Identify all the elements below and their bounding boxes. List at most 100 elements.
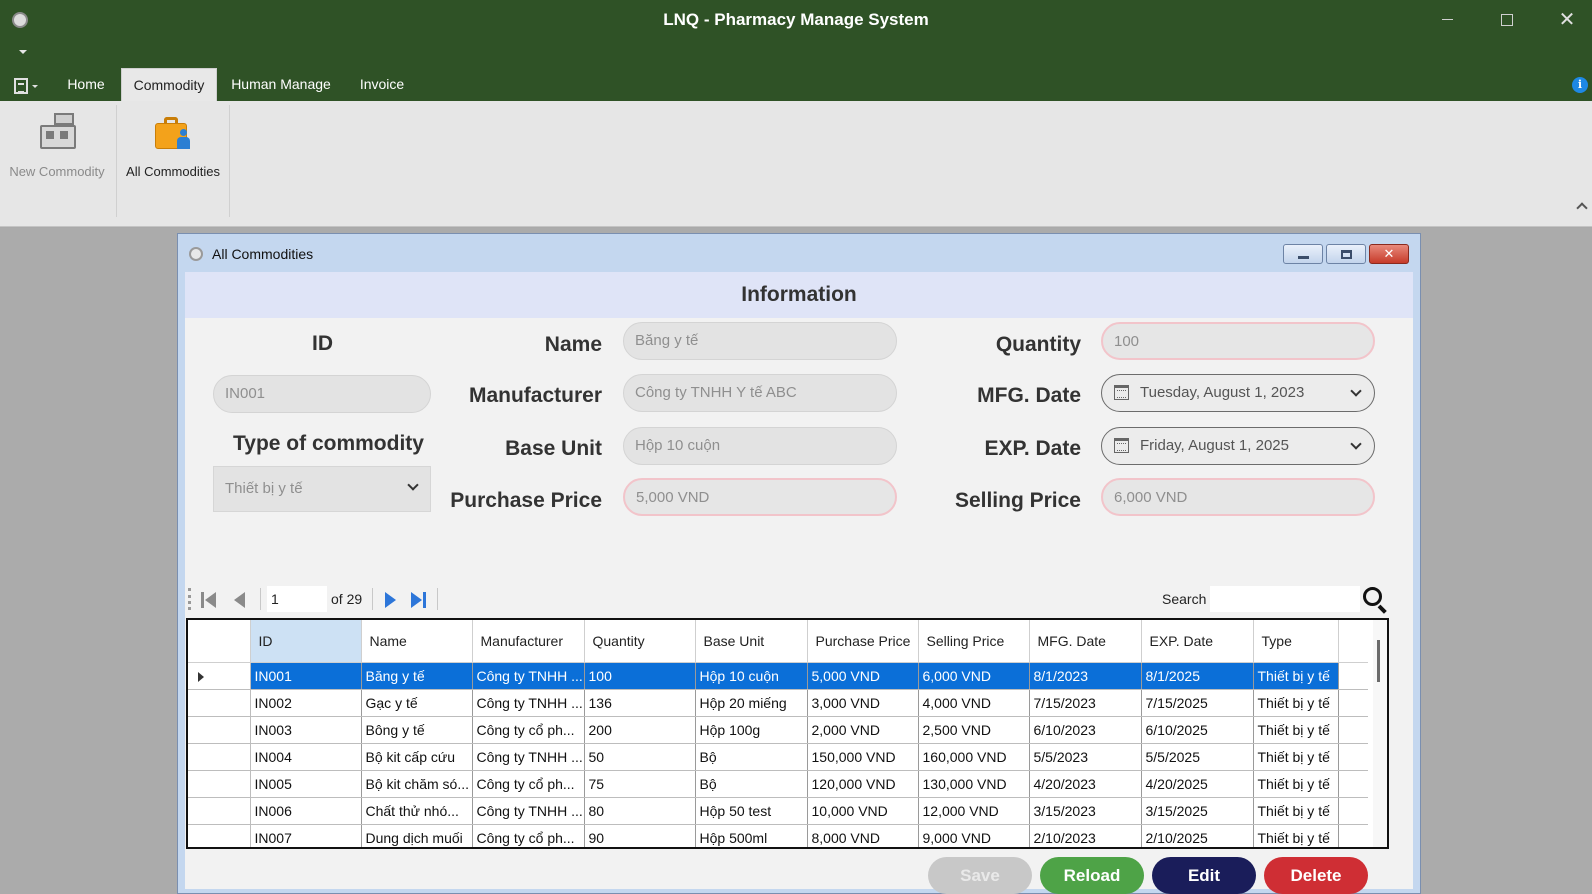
row-header[interactable]	[188, 824, 251, 847]
tab-human-manage[interactable]: Human Manage	[227, 68, 335, 101]
row-header[interactable]	[188, 662, 251, 690]
table-row[interactable]: IN002 Gạc y tế Công ty TNHH ... 136 Hộp 20 m…	[188, 689, 1368, 717]
collapse-ribbon-icon[interactable]	[1576, 202, 1588, 214]
table-cell[interactable]: IN005	[250, 770, 362, 798]
column-header-manufacturer[interactable]: Manufacturer	[472, 620, 585, 663]
table-row[interactable]: IN003 Bông y tế Công ty cổ ph... 200 Hộp 100…	[188, 716, 1368, 744]
base-unit-field[interactable]: Hộp 10 cuộn	[623, 427, 897, 465]
table-cell[interactable]: Công ty TNHH ...	[472, 743, 585, 771]
table-cell[interactable]: 5/5/2025	[1141, 743, 1254, 771]
table-cell[interactable]: Bộ kit chăm só...	[361, 770, 473, 798]
table-cell[interactable]: IN003	[250, 716, 362, 744]
table-cell[interactable]: IN007	[250, 824, 362, 847]
table-cell[interactable]: Bộ	[695, 743, 808, 771]
manufacturer-field[interactable]: Công ty TNHH Y tế ABC	[623, 374, 897, 412]
table-cell[interactable]: 90	[584, 824, 696, 847]
table-cell[interactable]: Hộp 10 cuộn	[695, 662, 808, 690]
table-cell[interactable]: IN002	[250, 689, 362, 717]
table-cell[interactable]: Công ty cổ ph...	[472, 770, 585, 798]
table-cell[interactable]: 150,000 VND	[807, 743, 919, 771]
table-cell[interactable]: 130,000 VND	[918, 770, 1030, 798]
table-cell[interactable]: 5/5/2023	[1029, 743, 1142, 771]
table-cell[interactable]: 100	[584, 662, 696, 690]
column-header-name[interactable]: Name	[361, 620, 473, 663]
row-header[interactable]	[188, 797, 251, 825]
table-row[interactable]: IN005 Bộ kit chăm só... Công ty cổ ph... 75…	[188, 770, 1368, 798]
column-header-base-unit[interactable]: Base Unit	[695, 620, 808, 663]
table-cell[interactable]: 4,000 VND	[918, 689, 1030, 717]
type-select[interactable]: Thiết bị y tế	[213, 466, 431, 512]
table-cell[interactable]: 50	[584, 743, 696, 771]
table-cell[interactable]: 7/15/2023	[1029, 689, 1142, 717]
table-cell[interactable]: 3/15/2023	[1029, 797, 1142, 825]
table-cell[interactable]: Công ty TNHH ...	[472, 689, 585, 717]
table-cell[interactable]: 200	[584, 716, 696, 744]
mfg-date-picker[interactable]: Tuesday, August 1, 2023	[1101, 374, 1375, 412]
column-header-selling-price[interactable]: Selling Price	[918, 620, 1030, 663]
table-cell[interactable]: Thiết bị y tế	[1253, 662, 1339, 690]
minimize-button[interactable]	[1424, 6, 1470, 34]
quantity-field[interactable]: 100	[1101, 322, 1375, 360]
table-cell[interactable]: 7/15/2025	[1141, 689, 1254, 717]
table-cell[interactable]: 4/20/2025	[1141, 770, 1254, 798]
table-cell[interactable]: Bộ kit cấp cứu	[361, 743, 473, 771]
table-cell[interactable]: 9,000 VND	[918, 824, 1030, 847]
table-cell[interactable]: 8/1/2025	[1141, 662, 1254, 690]
edit-button[interactable]: Edit	[1152, 857, 1256, 894]
table-cell[interactable]: Thiết bị y tế	[1253, 689, 1339, 717]
table-cell[interactable]: 120,000 VND	[807, 770, 919, 798]
application-menu-button[interactable]	[12, 76, 40, 96]
table-cell[interactable]: Thiết bị y tế	[1253, 716, 1339, 744]
child-minimize-button[interactable]	[1283, 244, 1323, 264]
search-input[interactable]	[1210, 586, 1360, 612]
move-next-button[interactable]	[381, 590, 401, 610]
table-cell[interactable]: 2/10/2023	[1029, 824, 1142, 847]
vertical-scrollbar[interactable]	[1373, 620, 1387, 847]
table-cell[interactable]: 80	[584, 797, 696, 825]
table-cell[interactable]: Công ty TNHH ...	[472, 662, 585, 690]
table-cell[interactable]: 6/10/2025	[1141, 716, 1254, 744]
row-header[interactable]	[188, 770, 251, 798]
table-cell[interactable]: 3/15/2025	[1141, 797, 1254, 825]
table-cell[interactable]: Thiết bị y tế	[1253, 743, 1339, 771]
table-cell[interactable]: Dung dịch muối	[361, 824, 473, 847]
table-cell[interactable]: 2,000 VND	[807, 716, 919, 744]
row-header[interactable]	[188, 689, 251, 717]
exp-date-picker[interactable]: Friday, August 1, 2025	[1101, 427, 1375, 465]
save-button[interactable]: Save	[928, 857, 1032, 894]
child-restore-button[interactable]	[1326, 244, 1366, 264]
scrollbar-thumb[interactable]	[1377, 640, 1380, 682]
table-row[interactable]: IN004 Bộ kit cấp cứu Công ty TNHH ... 50 Bộ 1…	[188, 743, 1368, 771]
move-last-button[interactable]	[409, 590, 429, 610]
table-cell[interactable]: 75	[584, 770, 696, 798]
tab-home[interactable]: Home	[56, 68, 116, 101]
tab-invoice[interactable]: Invoice	[352, 68, 412, 101]
id-field[interactable]: IN001	[213, 375, 431, 413]
table-cell[interactable]: Bông y tế	[361, 716, 473, 744]
column-header-exp-date[interactable]: EXP. Date	[1141, 620, 1254, 663]
table-cell[interactable]: Thiết bị y tế	[1253, 770, 1339, 798]
column-header-quantity[interactable]: Quantity	[584, 620, 696, 663]
commodities-grid[interactable]: ID Name Manufacturer Quantity Base Unit …	[186, 618, 1389, 849]
table-cell[interactable]: 8/1/2023	[1029, 662, 1142, 690]
column-header-purchase-price[interactable]: Purchase Price	[807, 620, 919, 663]
table-cell[interactable]: Thiết bị y tế	[1253, 797, 1339, 825]
table-cell[interactable]: 3,000 VND	[807, 689, 919, 717]
table-cell[interactable]: 8,000 VND	[807, 824, 919, 847]
purchase-price-field[interactable]: 5,000 VND	[623, 478, 897, 516]
table-cell[interactable]: Bộ	[695, 770, 808, 798]
table-row[interactable]: IN001 Băng y tế Công ty TNHH ... 100 Hộp 10 …	[188, 662, 1368, 690]
table-cell[interactable]: Công ty cổ ph...	[472, 716, 585, 744]
table-cell[interactable]: 136	[584, 689, 696, 717]
table-cell[interactable]: Gạc y tế	[361, 689, 473, 717]
table-cell[interactable]: Hộp 20 miếng	[695, 689, 808, 717]
toolbar-grip[interactable]	[188, 588, 191, 610]
move-previous-button[interactable]	[231, 590, 251, 610]
table-cell[interactable]: 2,500 VND	[918, 716, 1030, 744]
table-cell[interactable]: Thiết bị y tế	[1253, 824, 1339, 847]
table-cell[interactable]: 5,000 VND	[807, 662, 919, 690]
delete-button[interactable]: Delete	[1264, 857, 1368, 894]
reload-button[interactable]: Reload	[1040, 857, 1144, 894]
table-cell[interactable]: Hộp 500ml	[695, 824, 808, 847]
column-header-type[interactable]: Type	[1253, 620, 1339, 663]
